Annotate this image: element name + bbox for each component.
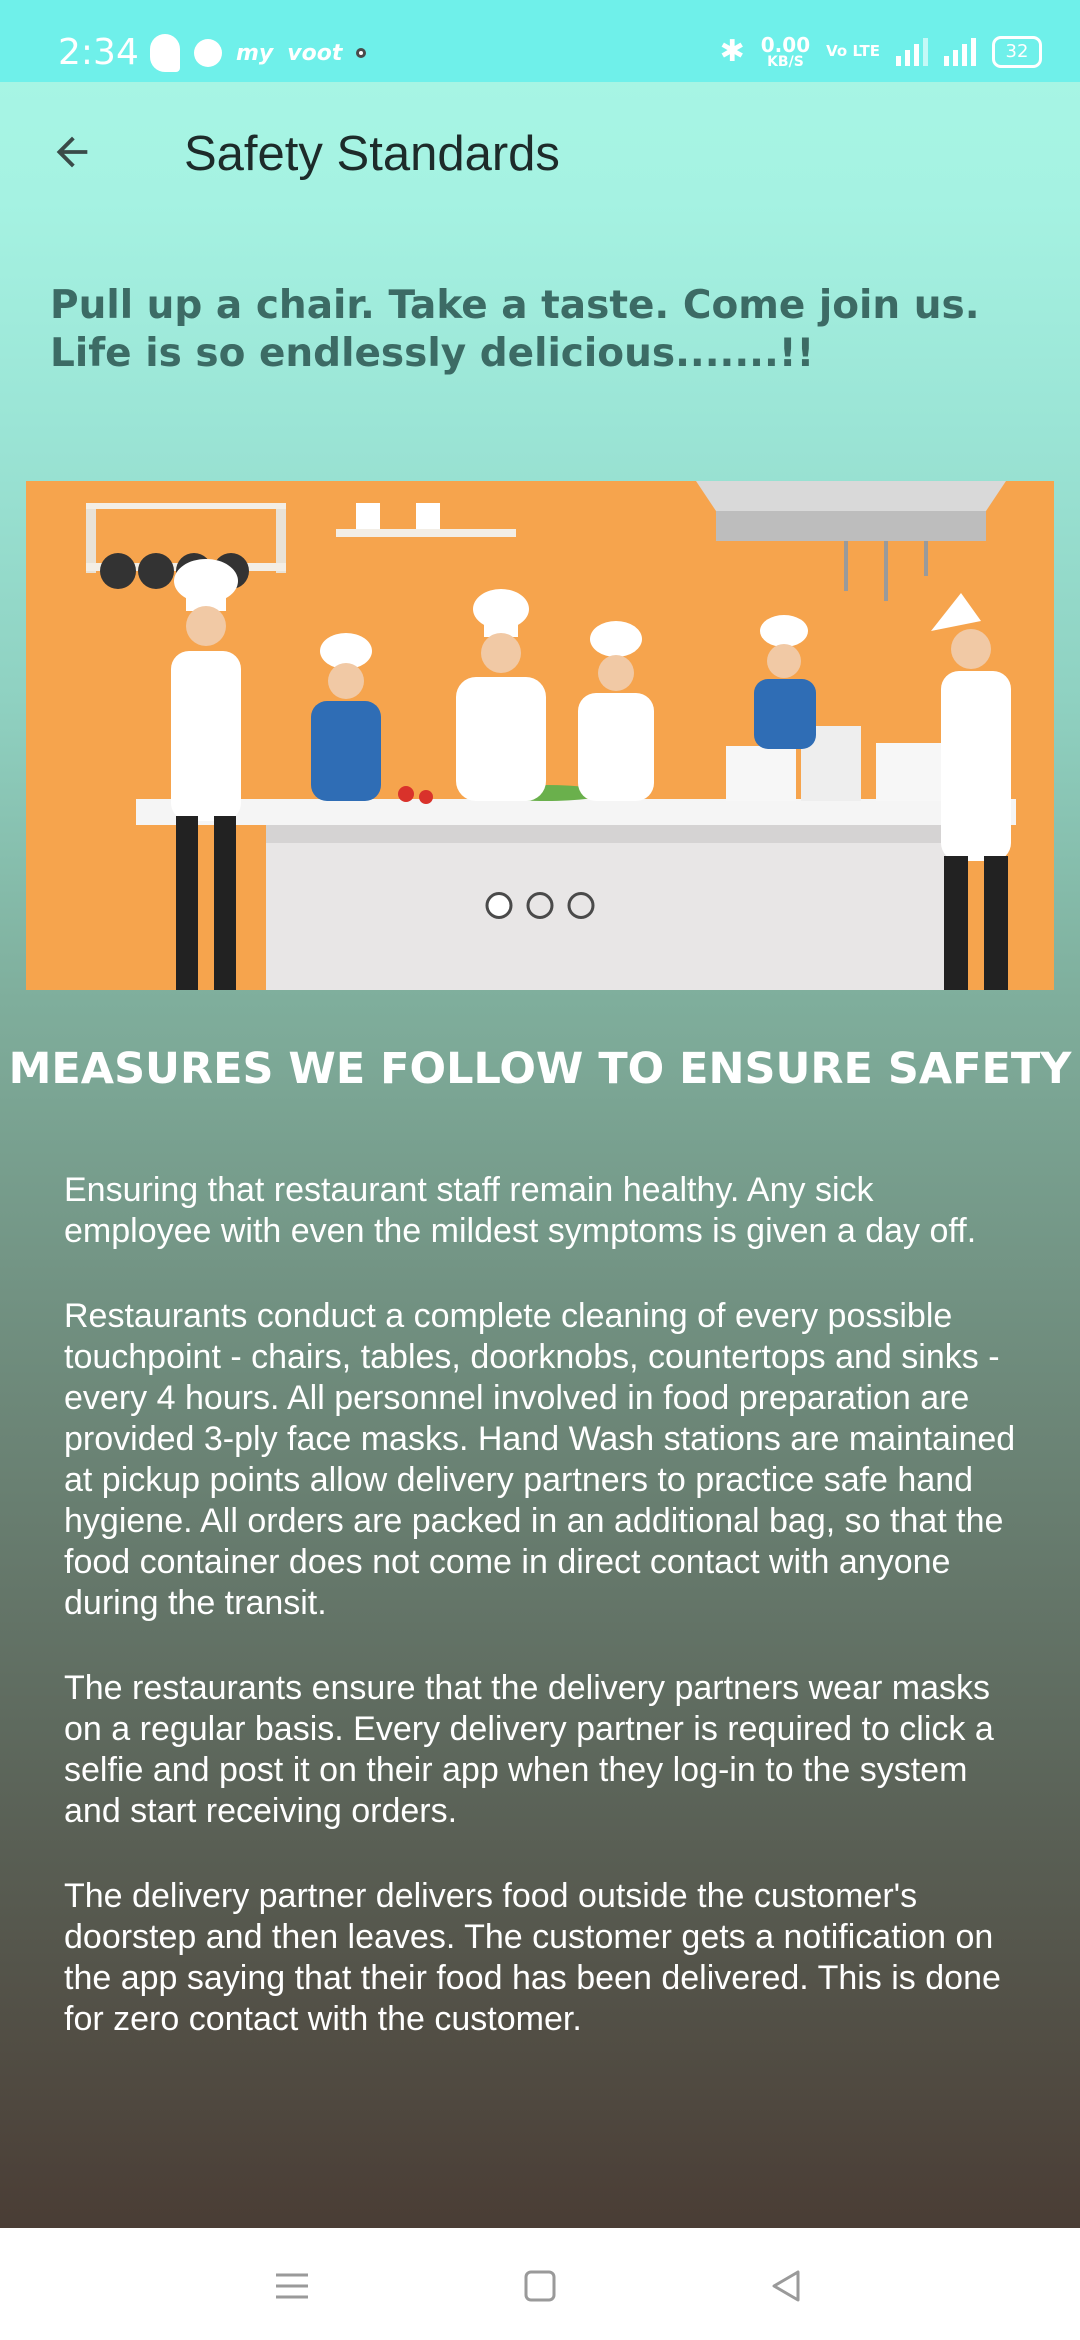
measure-paragraph: Restaurants conduct a complete cleaning … [64,1297,1016,1622]
back-triangle-icon [772,2270,800,2302]
arrow-left-icon [56,136,88,168]
tagline: Pull up a chair. Take a taste. Come join… [50,283,980,376]
carousel-dot-3[interactable] [567,892,595,919]
carousel-dot-2[interactable] [526,892,554,919]
notification-dot [356,48,367,58]
measure-paragraph: The restaurants ensure that the delivery… [64,1669,994,1830]
status-notification-icons: my voot [150,34,367,72]
nav-menu-button[interactable] [262,2256,322,2316]
carousel-dot-1[interactable] [485,892,513,919]
home-square-icon [524,2270,556,2302]
signal-4g-icon [896,37,928,66]
system-nav-bar [0,2228,1080,2340]
safety-measures-list: Ensuring that restaurant staff remain he… [64,1170,1024,2084]
nav-home-button[interactable] [510,2256,570,2316]
status-bar: 2:34 my voot ✱ 0.00 KB/S Vo LTE 32 [0,0,1080,82]
status-time: 2:34 [58,32,139,73]
measure-paragraph: The delivery partner delivers food outsi… [64,1877,1001,2038]
nav-back-button[interactable] [756,2256,816,2316]
net-speed-unit: KB/S [767,53,804,70]
voot-icon: voot [287,40,343,66]
app-screen: 2:34 my voot ✱ 0.00 KB/S Vo LTE 32 Safet… [0,0,1080,2228]
back-button[interactable] [40,120,104,184]
volte-indicator: Vo LTE [826,42,880,60]
jio-icon [194,39,222,67]
net-speed: 0.00 KB/S [761,35,810,69]
net-speed-value: 0.00 [760,32,811,57]
signal-icon [944,37,976,66]
bluetooth-icon: ✱ [719,34,745,69]
swiggy-icon [150,34,180,72]
status-system-icons: ✱ 0.00 KB/S Vo LTE 32 [720,34,1042,69]
page-title: Safety Standards [184,127,560,181]
myjio-icon: my [236,40,274,66]
measure-paragraph: Ensuring that restaurant staff remain he… [64,1171,977,1250]
carousel-indicator [485,892,595,919]
menu-icon [276,2273,308,2299]
battery-icon: 32 [992,35,1042,68]
section-heading: MEASURES WE FOLLOW TO ENSURE SAFETY [8,1044,1072,1094]
